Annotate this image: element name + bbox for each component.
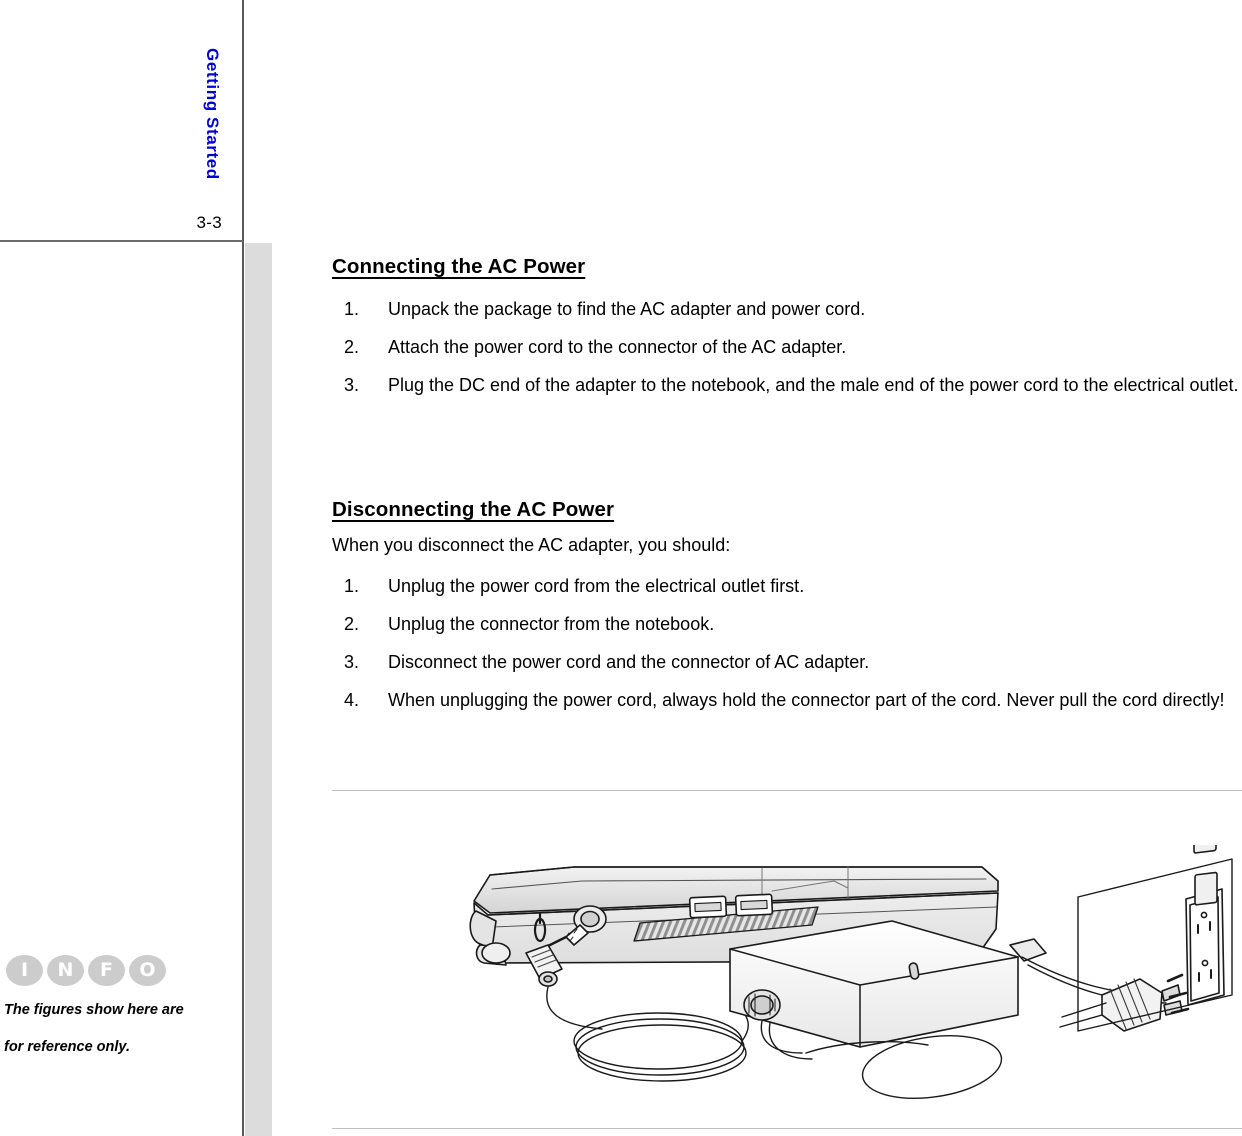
list-item-number: 2.: [344, 614, 360, 634]
info-note-line-1: The figures show here are: [4, 1002, 184, 1018]
wall-plug: [1059, 973, 1190, 1032]
usb-port-1: [688, 895, 728, 919]
list-item-number: 4.: [344, 690, 360, 710]
list-item: 1. Unpack the package to find the AC ada…: [332, 290, 1242, 328]
chapter-tab-band: [245, 243, 272, 1136]
disconnect-intro-text: When you disconnect the AC adapter, you …: [332, 535, 731, 555]
list-item: 2. Attach the power cord to the connecto…: [332, 328, 1242, 366]
list-item-text: Disconnect the power cord and the connec…: [388, 652, 870, 672]
list-item-text: Unplug the connector from the notebook.: [388, 614, 715, 634]
notebook-adapter-outlet-drawing: [469, 845, 1233, 1099]
info-badge-i: I: [6, 955, 43, 986]
list-item: 2. Unplug the connector from the noteboo…: [332, 605, 1242, 643]
list-item-text: Attach the power cord to the connector o…: [388, 337, 847, 357]
info-badge-n: N: [47, 955, 84, 986]
vertical-divider-rule: [242, 0, 244, 1136]
main-content: Connecting the AC Power 1. Unpack the pa…: [332, 0, 1242, 1136]
steps-disconnecting-ac-power: 1. Unplug the power cord from the electr…: [332, 567, 1242, 719]
list-item-number: 1.: [344, 576, 360, 596]
list-item-number: 3.: [344, 652, 360, 672]
list-item-text: Unplug the power cord from the electrica…: [388, 576, 805, 596]
info-badge-f: F: [88, 955, 125, 986]
list-item-text: Unpack the package to find the AC adapte…: [388, 299, 866, 319]
list-item-number: 2.: [344, 337, 360, 357]
list-item-text: When unplugging the power cord, always h…: [388, 690, 1225, 710]
chapter-label-text: Getting Started: [203, 48, 222, 180]
list-item: 3. Disconnect the power cord and the con…: [332, 643, 1242, 681]
list-item-number: 3.: [344, 375, 360, 395]
usb-port-2: [734, 893, 774, 917]
heading-disconnecting-ac-power: Disconnecting the AC Power: [332, 498, 615, 521]
list-item: 4. When unplugging the power cord, alway…: [332, 681, 1242, 719]
info-badge-group: I N F O: [6, 955, 225, 986]
footer-divider-rule: [332, 1128, 1242, 1129]
list-item-text: Plug the DC end of the adapter to the no…: [388, 375, 1239, 395]
dc-cable-coil: [546, 986, 749, 1082]
list-item: 3. Plug the DC end of the adapter to the…: [332, 366, 1242, 404]
chapter-label: Getting Started: [202, 48, 222, 288]
info-badge-o: O: [129, 955, 166, 986]
ac-power-connection-illustration: [462, 845, 1242, 1125]
list-item: 1. Unplug the power cord from the electr…: [332, 567, 1242, 605]
list-item-number: 1.: [344, 299, 360, 319]
info-note: I N F O The figures show here are for re…: [0, 955, 225, 1076]
page-number: 3-3: [196, 213, 222, 232]
section-divider-rule: [332, 790, 1242, 791]
heading-connecting-ac-power: Connecting the AC Power: [332, 255, 586, 278]
steps-connecting-ac-power: 1. Unpack the package to find the AC ada…: [332, 290, 1242, 404]
info-note-line-2: for reference only.: [4, 1038, 130, 1055]
